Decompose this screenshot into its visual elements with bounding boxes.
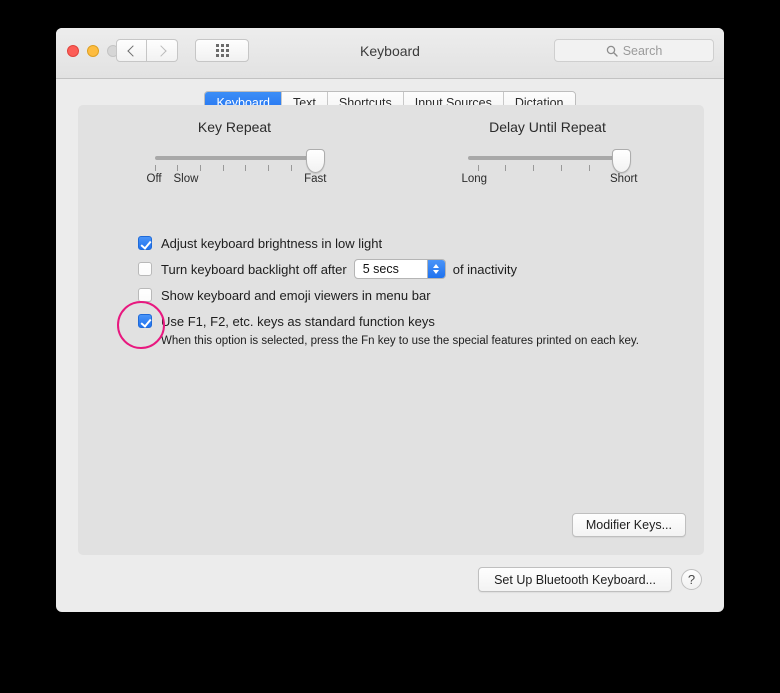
delay-until-repeat-slider[interactable]: Long Short	[462, 149, 638, 193]
search-field[interactable]: Search	[554, 39, 714, 62]
delay-track[interactable]	[467, 156, 628, 160]
search-placeholder: Search	[622, 43, 663, 58]
delay-thumb[interactable]	[612, 149, 632, 173]
search-icon	[606, 45, 618, 57]
checkbox-adjust-brightness[interactable]	[138, 236, 152, 250]
option-row-brightness[interactable]: Adjust keyboard brightness in low light	[138, 230, 684, 256]
label-show-viewers: Show keyboard and emoji viewers in menu …	[161, 287, 431, 303]
title-bar: Keyboard Search	[56, 28, 724, 79]
checkbox-function-keys[interactable]	[117, 301, 165, 349]
delay-long-label: Long	[461, 173, 488, 185]
checkbox-show-viewers[interactable]	[138, 288, 152, 302]
key-repeat-off-label: Off	[146, 173, 162, 185]
checkbox-backlight-off[interactable]	[138, 262, 152, 276]
key-repeat-ticks	[154, 165, 315, 171]
label-backlight-off: Turn keyboard backlight off after	[161, 261, 347, 277]
function-keys-help-text: When this option is selected, press the …	[161, 335, 639, 347]
key-repeat-thumb[interactable]	[305, 149, 325, 173]
set-up-bluetooth-keyboard-button[interactable]: Set Up Bluetooth Keyboard...	[478, 567, 672, 592]
key-repeat-fast-label: Fast	[304, 173, 327, 185]
backlight-delay-value: 5 secs	[362, 262, 399, 276]
annotation-ellipse	[117, 301, 165, 349]
key-repeat-slider[interactable]: Off Slow Fast	[147, 149, 327, 193]
key-repeat-title: Key Repeat	[197, 119, 272, 135]
option-row-backlight-off[interactable]: Turn keyboard backlight off after 5 secs…	[138, 256, 684, 282]
label-adjust-brightness: Adjust keyboard brightness in low light	[161, 235, 383, 251]
window-bottom-bar: Set Up Bluetooth Keyboard... ?	[78, 567, 702, 592]
stepper-up-icon[interactable]	[433, 264, 440, 268]
delay-until-repeat-title: Delay Until Repeat	[489, 119, 606, 135]
stepper-down-icon[interactable]	[433, 270, 440, 274]
slider-section: Key Repeat Off Slow Fast Delay Until Rep…	[78, 119, 704, 193]
backlight-delay-stepper[interactable]	[426, 260, 445, 278]
backlight-delay-combo[interactable]: 5 secs	[353, 259, 446, 279]
key-repeat-slow-label: Slow	[173, 173, 199, 185]
key-repeat-group: Key Repeat Off Slow Fast	[78, 119, 391, 193]
delay-short-label: Short	[610, 173, 638, 185]
label-function-keys: Use F1, F2, etc. keys as standard functi…	[161, 313, 435, 329]
delay-until-repeat-group: Delay Until Repeat Long Short	[391, 119, 704, 193]
keyboard-settings-panel: Key Repeat Off Slow Fast Delay Until Rep…	[78, 105, 704, 555]
delay-ticks	[477, 165, 618, 171]
option-row-function-keys[interactable]: Use F1, F2, etc. keys as standard functi…	[117, 301, 684, 349]
label-of-inactivity: of inactivity	[452, 261, 518, 277]
preferences-window: Keyboard Search Keyboard Text Shortcuts …	[56, 28, 724, 612]
option-row-show-viewers[interactable]: Show keyboard and emoji viewers in menu …	[138, 282, 684, 308]
options-list: Adjust keyboard brightness in low light …	[117, 230, 684, 349]
help-button[interactable]: ?	[681, 569, 702, 590]
key-repeat-track[interactable]	[154, 156, 315, 160]
modifier-keys-button[interactable]: Modifier Keys...	[571, 513, 686, 537]
